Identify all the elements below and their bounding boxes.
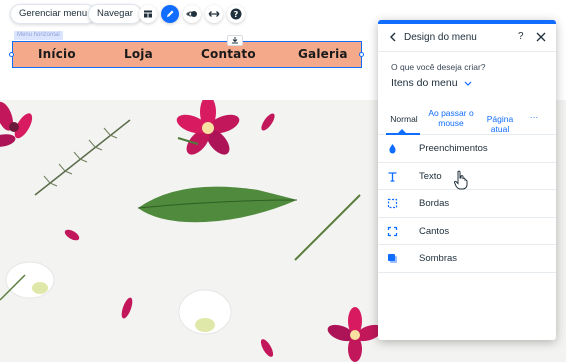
- design-pen-icon[interactable]: [161, 5, 179, 23]
- menu-item-galeria[interactable]: Galeria: [298, 47, 348, 61]
- fill-drop-icon: [389, 144, 396, 154]
- tab-current-page[interactable]: Página atual: [477, 114, 523, 134]
- panel-title: Design do menu: [404, 32, 477, 43]
- hand-pointer-cursor: [453, 170, 468, 190]
- option-corners[interactable]: Cantos: [378, 218, 556, 245]
- help-icon[interactable]: ?: [227, 5, 245, 23]
- tab-normal[interactable]: Normal: [389, 114, 419, 124]
- shadow-icon: [388, 254, 397, 263]
- layout-icon[interactable]: [139, 5, 157, 23]
- download-icon[interactable]: [227, 35, 243, 46]
- corners-icon: [387, 226, 398, 236]
- manage-menu-button[interactable]: Gerenciar menu: [10, 4, 97, 24]
- option-label: Bordas: [419, 198, 450, 209]
- chevron-down-icon[interactable]: [464, 81, 472, 87]
- resize-handle-right[interactable]: [359, 52, 364, 57]
- tab-hover[interactable]: Ao passar o mouse: [426, 108, 476, 128]
- svg-text:?: ?: [234, 10, 239, 19]
- menu-item-loja[interactable]: Loja: [124, 47, 153, 61]
- tab-more[interactable]: ···: [528, 112, 540, 122]
- animation-icon[interactable]: [183, 5, 201, 23]
- option-borders[interactable]: Bordas: [378, 190, 556, 218]
- borders-icon: [387, 198, 398, 209]
- option-label: Sombras: [419, 253, 458, 264]
- option-label: Preenchimentos: [419, 143, 488, 154]
- option-label: Texto: [419, 170, 442, 182]
- panel-header: Design do menu ?: [378, 24, 556, 52]
- help-button[interactable]: ?: [518, 31, 524, 42]
- element-dropdown[interactable]: Itens do menu: [391, 77, 458, 89]
- close-icon[interactable]: [536, 32, 546, 42]
- horizontal-menu[interactable]: Início Loja Contato Galeria: [12, 41, 362, 68]
- option-shadows[interactable]: Sombras: [378, 245, 556, 273]
- navigate-button[interactable]: Navegar: [88, 4, 142, 24]
- back-arrow-icon[interactable]: [387, 31, 399, 43]
- resize-handle-left[interactable]: [9, 52, 14, 57]
- option-fills[interactable]: Preenchimentos: [378, 135, 556, 163]
- menu-type-tag: Menu horizontal: [14, 31, 63, 40]
- menu-item-inicio[interactable]: Início: [38, 47, 76, 61]
- option-label: Cantos: [419, 225, 450, 237]
- design-options-list: Preenchimentos Texto Bordas Cantos Sombr…: [378, 135, 556, 273]
- menu-item-contato[interactable]: Contato: [201, 47, 256, 61]
- stretch-icon[interactable]: [205, 5, 223, 23]
- text-icon: [388, 171, 397, 182]
- state-tabs: Normal Ao passar o mouse Página atual ··…: [378, 104, 556, 135]
- create-question-label: O que você deseja criar?: [391, 62, 486, 72]
